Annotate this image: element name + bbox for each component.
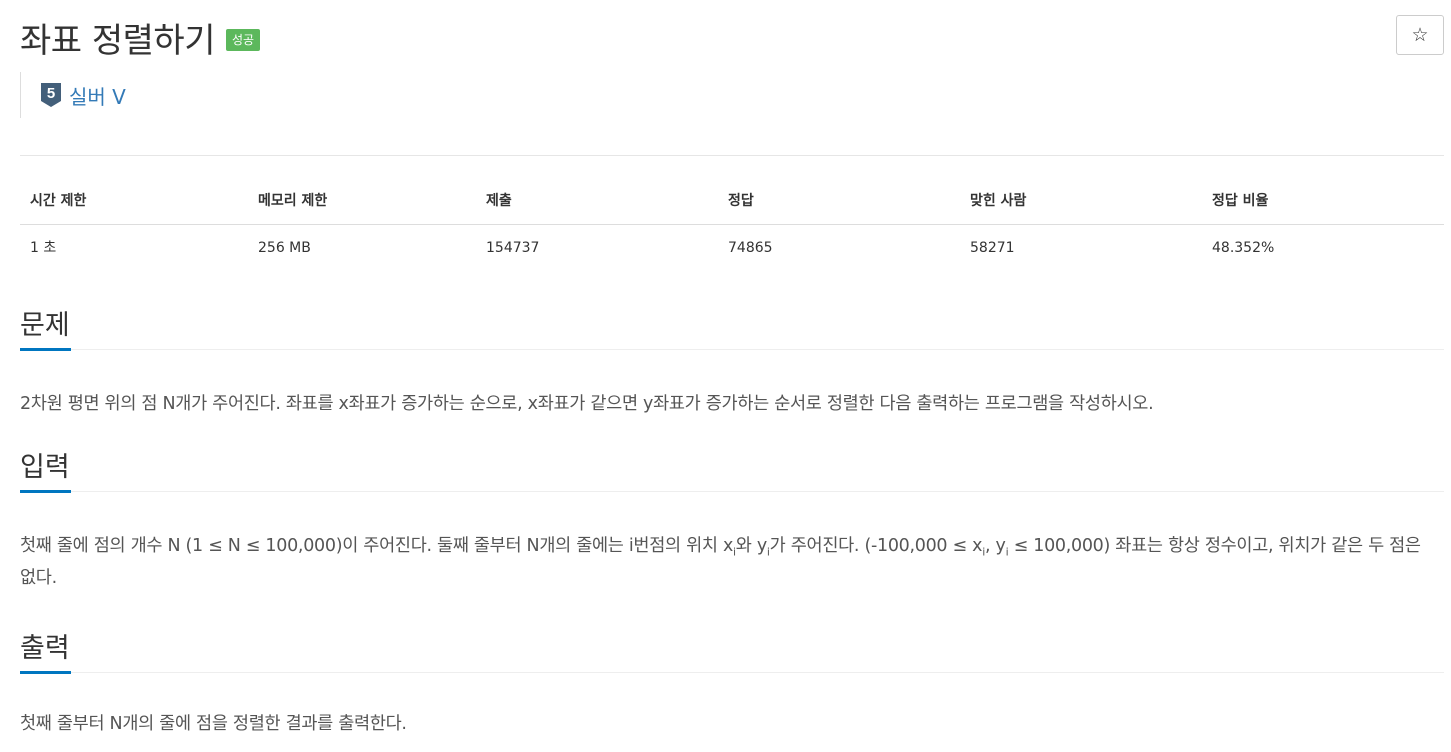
output-description: 첫째 줄부터 N개의 줄에 점을 정렬한 결과를 출력한다. bbox=[20, 714, 407, 734]
favorite-star-button[interactable]: ☆ bbox=[1396, 15, 1444, 55]
problem-heading-text: 문제 bbox=[20, 310, 70, 341]
problem-description: 2차원 평면 위의 점 N개가 주어진다. 좌표를 x좌표가 증가하는 순으로,… bbox=[20, 394, 1154, 414]
status-badge: 성공 bbox=[226, 29, 261, 51]
table-header-row: 시간 제한 메모리 제한 제출 정답 맞힌 사람 정답 비율 bbox=[20, 178, 1444, 225]
divider bbox=[20, 155, 1444, 156]
cell-submissions: 154737 bbox=[486, 240, 540, 256]
heading-underline bbox=[20, 490, 71, 493]
title-row: 좌표 정렬하기 성공 bbox=[20, 14, 261, 61]
cell-solvers: 58271 bbox=[970, 240, 1015, 256]
input-section-heading: 입력 bbox=[20, 451, 1444, 493]
header-accepted: 정답 bbox=[728, 193, 754, 209]
heading-underline bbox=[20, 671, 71, 674]
cell-memory-limit: 256 MB bbox=[258, 240, 311, 256]
problem-title: 좌표 정렬하기 bbox=[20, 20, 216, 61]
header-submissions: 제출 bbox=[486, 193, 512, 209]
input-text-part: 가 주어진다. (-100,000 ≤ x bbox=[769, 536, 983, 556]
header-memory-limit: 메모리 제한 bbox=[258, 193, 328, 209]
output-section-heading: 출력 bbox=[20, 632, 1444, 674]
cell-time-limit: 1 초 bbox=[30, 240, 57, 256]
input-description: 첫째 줄에 점의 개수 N (1 ≤ N ≤ 100,000)이 주어진다. 둘… bbox=[20, 530, 1440, 594]
input-text-part: 와 y bbox=[735, 536, 767, 556]
cell-accept-ratio: 48.352% bbox=[1212, 240, 1275, 256]
header-solvers: 맞힌 사람 bbox=[970, 193, 1027, 209]
problem-page: 좌표 정렬하기 성공 ☆ 5 실버 V 시간 제한 메모리 제한 제출 정답 맞… bbox=[0, 0, 1451, 752]
table-row: 1 초 256 MB 154737 74865 58271 48.352% bbox=[20, 225, 1444, 271]
problem-info-table: 시간 제한 메모리 제한 제출 정답 맞힌 사람 정답 비율 1 초 256 M… bbox=[20, 178, 1444, 271]
heading-underline bbox=[20, 348, 71, 351]
problem-section-heading: 문제 bbox=[20, 309, 1444, 351]
svg-text:5: 5 bbox=[47, 85, 55, 102]
input-text-part: , y bbox=[984, 536, 1006, 556]
tier-label[interactable]: 실버 V bbox=[69, 81, 126, 110]
star-icon: ☆ bbox=[1411, 24, 1429, 46]
input-text-part: 첫째 줄에 점의 개수 N (1 ≤ N ≤ 100,000)이 주어진다. 둘… bbox=[20, 536, 734, 556]
input-heading-text: 입력 bbox=[20, 452, 70, 483]
header-accept-ratio: 정답 비율 bbox=[1212, 193, 1269, 209]
cell-accepted: 74865 bbox=[728, 240, 773, 256]
output-heading-text: 출력 bbox=[20, 633, 70, 664]
tier-block[interactable]: 5 실버 V bbox=[20, 72, 126, 118]
silver-tier-5-icon: 5 bbox=[41, 83, 61, 107]
header-time-limit: 시간 제한 bbox=[30, 193, 87, 209]
